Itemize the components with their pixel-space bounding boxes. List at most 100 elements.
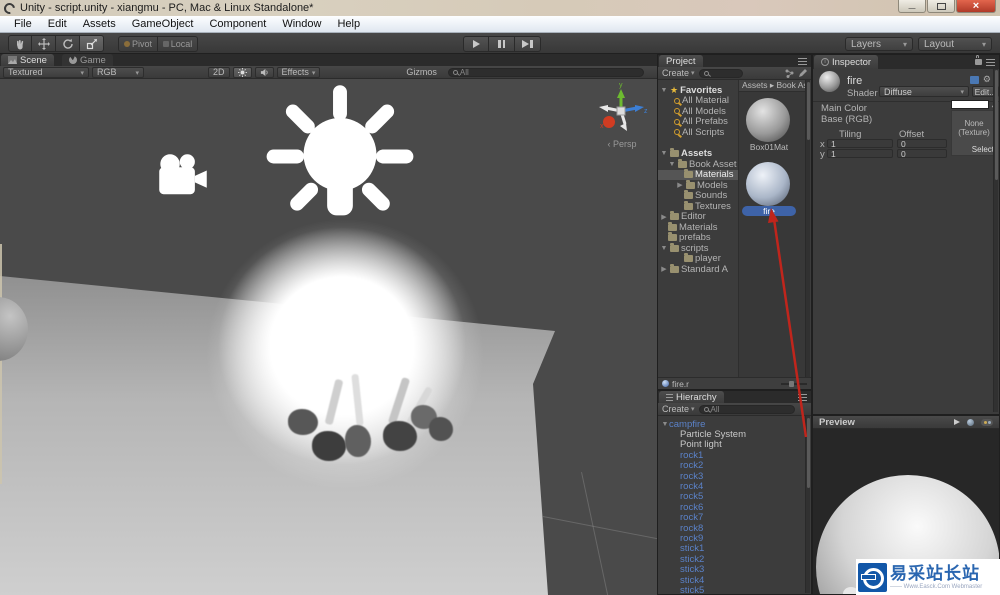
asset-thumbnail-box01mat[interactable] [746, 98, 790, 142]
panel-menu-icon[interactable] [798, 393, 807, 401]
folder-sounds[interactable]: Sounds [658, 190, 738, 201]
tab-project[interactable]: Project [659, 55, 703, 67]
close-button[interactable] [956, 0, 996, 13]
hierarchy-item[interactable]: Particle System [658, 429, 805, 440]
tiling-x-input[interactable]: 1 [827, 139, 893, 148]
menu-assets[interactable]: Assets [75, 16, 124, 32]
panel-menu-icon[interactable] [798, 57, 807, 65]
folder-standard-assets[interactable]: ▶ Standard A [658, 263, 738, 275]
2d-toggle[interactable]: 2D [208, 66, 230, 78]
lighting-toggle[interactable] [232, 66, 252, 78]
breadcrumb[interactable]: Assets ▸ Book Asse [739, 80, 806, 92]
menu-window[interactable]: Window [274, 16, 329, 32]
scene-search-input[interactable]: All [447, 67, 644, 77]
hierarchy-create-button[interactable]: Create [658, 404, 699, 414]
folder-scripts[interactable]: ▼ scripts [658, 242, 738, 254]
offset-y-input[interactable]: 0 [897, 149, 947, 158]
project-search-input[interactable] [698, 68, 743, 78]
hierarchy-item-campfire[interactable]: ▼ campfire [658, 419, 805, 430]
pivot-toggle[interactable]: Pivot [118, 36, 158, 52]
hierarchy-item[interactable]: rock6 [658, 502, 805, 513]
folder-prefabs[interactable]: prefabs [658, 232, 738, 243]
help-book-icon[interactable] [969, 75, 979, 84]
select-texture-button[interactable]: Select [972, 145, 994, 154]
scene-viewport[interactable]: y z x ‹ Persp [0, 79, 657, 595]
tab-scene[interactable]: Scene [1, 54, 54, 66]
move-tool-button[interactable] [32, 35, 56, 52]
favorite-all-prefabs[interactable]: All Prefabs [658, 116, 738, 127]
favorite-all-models[interactable]: All Models [658, 106, 738, 117]
axis-x-handle[interactable] [603, 116, 615, 128]
menu-help[interactable]: Help [329, 16, 368, 32]
favorites-root[interactable]: ▼ ★ Favorites [658, 85, 738, 96]
hierarchy-item[interactable]: Point light [658, 439, 805, 450]
texture-slot[interactable]: None (Texture) Select [951, 110, 997, 156]
minimize-button[interactable] [898, 0, 926, 13]
tab-hierarchy[interactable]: Hierarchy [659, 391, 724, 403]
asset-label-box01mat[interactable]: Box01Mat [739, 142, 799, 152]
preview-light-icon[interactable] [967, 418, 974, 426]
rotate-tool-button[interactable] [56, 35, 80, 52]
hierarchy-scrollbar[interactable] [805, 416, 810, 593]
step-button[interactable] [515, 35, 541, 52]
audio-toggle[interactable] [254, 66, 274, 78]
thumbnail-size-slider[interactable] [781, 380, 807, 387]
pause-button[interactable] [489, 35, 515, 52]
folder-materials-selected[interactable]: Materials [658, 169, 738, 180]
hierarchy-item[interactable]: rock5 [658, 491, 805, 502]
project-create-button[interactable]: Create [658, 68, 699, 78]
gizmos-dropdown[interactable]: Gizmos [406, 67, 442, 78]
scene-orientation-gizmo[interactable]: y z x [592, 81, 650, 139]
hand-tool-button[interactable] [8, 35, 32, 52]
hierarchy-item[interactable]: stick4 [658, 575, 805, 586]
window-titlebar[interactable]: Unity - script.unity - xiangmu - PC, Mac… [0, 0, 1000, 16]
asset-thumbnail-fire[interactable] [746, 162, 790, 206]
favorite-all-scripts[interactable]: All Scripts [658, 127, 738, 138]
menu-gameobject[interactable]: GameObject [124, 16, 202, 32]
hierarchy-item[interactable]: rock2 [658, 460, 805, 471]
asset-label-fire[interactable]: fire [742, 206, 796, 216]
pencil-icon[interactable] [798, 68, 807, 78]
tab-inspector[interactable]: i Inspector [814, 55, 879, 69]
preview-play-icon[interactable] [954, 419, 960, 425]
hierarchy-item[interactable]: rock1 [658, 450, 805, 461]
axis-z-cone[interactable] [635, 105, 644, 112]
hierarchy-item[interactable]: rock7 [658, 512, 805, 523]
project-scrollbar[interactable] [805, 80, 810, 377]
effects-dropdown[interactable]: Effects [276, 66, 321, 78]
camera-gizmo-icon[interactable] [150, 151, 216, 205]
axis-cone[interactable] [599, 105, 608, 112]
perspective-toggle[interactable]: ‹ Persp [586, 139, 657, 149]
favorite-all-material[interactable]: All Material [658, 95, 738, 106]
menu-edit[interactable]: Edit [40, 16, 75, 32]
menu-component[interactable]: Component [201, 16, 274, 32]
hierarchy-item[interactable]: rock4 [658, 481, 805, 492]
folder-materials2[interactable]: Materials [658, 221, 738, 233]
folder-models[interactable]: ▶ Models [658, 179, 738, 191]
gear-icon[interactable]: ⚙ [983, 74, 991, 85]
folder-editor[interactable]: ▶ Editor [658, 211, 738, 222]
assets-root[interactable]: ▼ Assets [658, 148, 738, 159]
panel-menu-icon[interactable] [986, 58, 995, 66]
preview-header[interactable]: Preview [813, 416, 999, 429]
folder-book-asset[interactable]: ▼ Book Asset [658, 158, 738, 170]
hierarchy-search-input[interactable]: All [698, 404, 795, 414]
offset-x-input[interactable]: 0 [897, 139, 947, 148]
hierarchy-item[interactable]: rock8 [658, 523, 805, 534]
local-toggle[interactable]: Local [158, 36, 198, 52]
layout-dropdown[interactable]: Layout [918, 37, 992, 51]
shader-dropdown[interactable]: Diffuse ▾ [879, 86, 969, 97]
scale-tool-button[interactable] [80, 35, 104, 52]
hierarchy-item[interactable]: stick2 [658, 554, 805, 565]
folder-player[interactable]: player [658, 253, 738, 264]
play-button[interactable] [463, 35, 489, 52]
hierarchy-item[interactable]: rock9 [658, 533, 805, 544]
rgb-dropdown[interactable]: RGB [92, 66, 144, 78]
main-color-swatch[interactable] [951, 100, 989, 109]
light-gizmo-icon[interactable] [265, 83, 415, 245]
hierarchy-item[interactable]: rock3 [658, 471, 805, 482]
menu-file[interactable]: File [6, 16, 40, 32]
preview-mode-icon[interactable] [981, 418, 993, 426]
inspector-scrollbar[interactable] [993, 69, 998, 412]
tab-game[interactable]: Game [61, 54, 113, 66]
